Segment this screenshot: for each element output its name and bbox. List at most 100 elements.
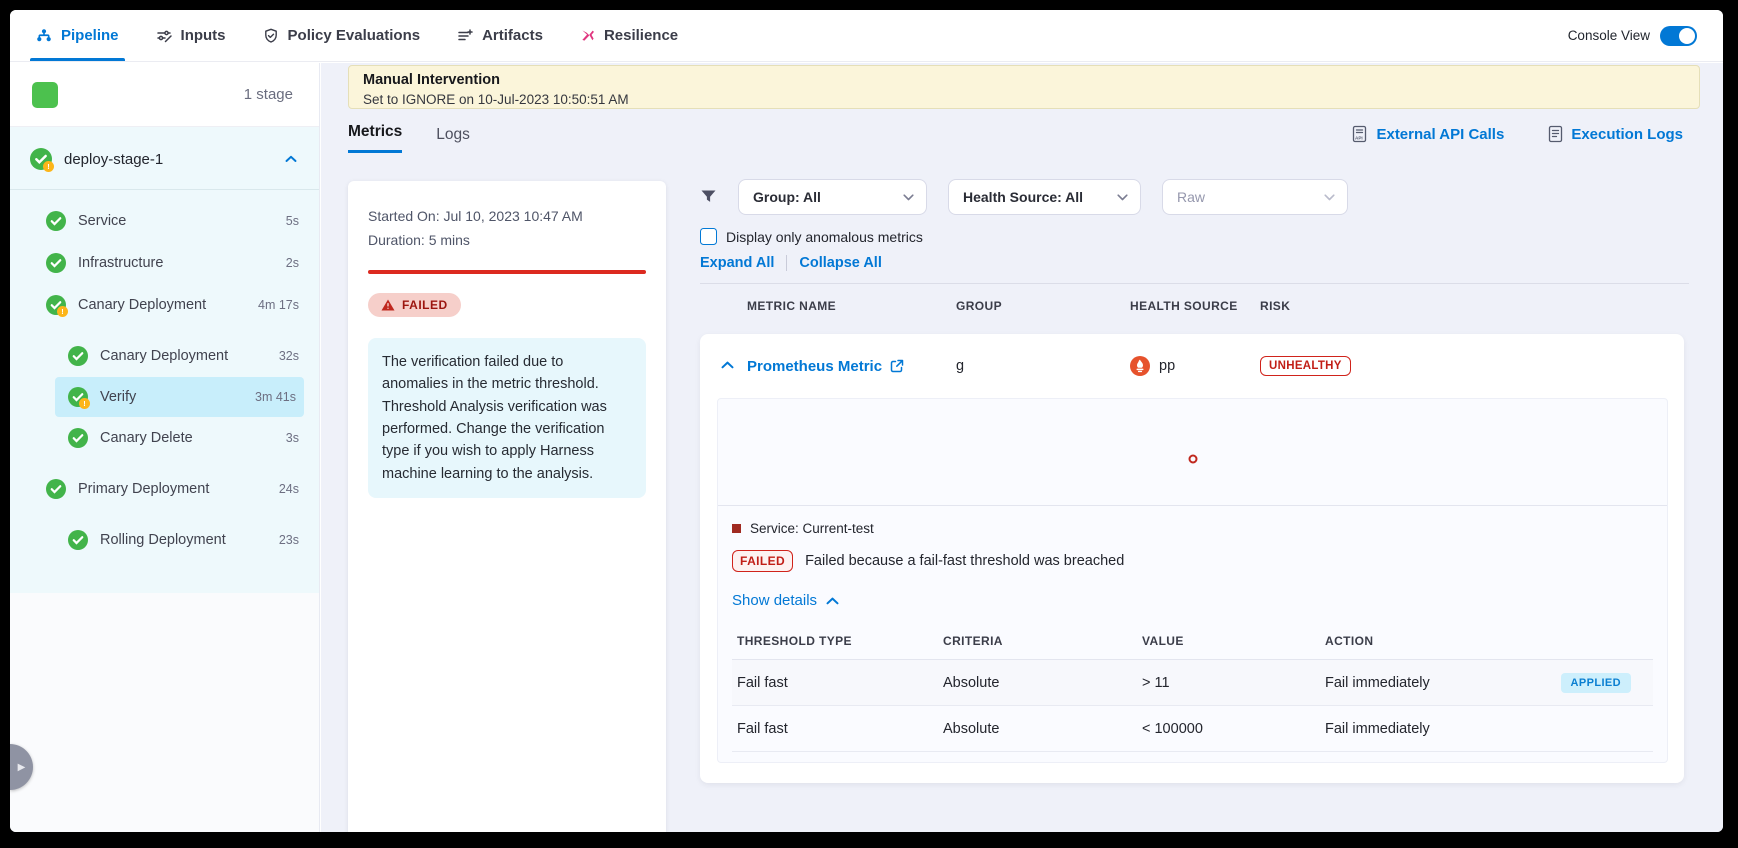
metric-group-value: g bbox=[956, 358, 1130, 374]
execution-logs-link[interactable]: Execution Logs bbox=[1548, 125, 1683, 143]
chevron-down-icon bbox=[1117, 194, 1128, 201]
step-label: Rolling Deployment bbox=[100, 532, 226, 548]
success-check-icon bbox=[68, 530, 88, 550]
success-check-icon bbox=[68, 346, 88, 366]
metrics-table-header: METRIC NAME GROUP HEALTH SOURCE RISK bbox=[700, 284, 1699, 325]
legend-swatch bbox=[732, 524, 741, 533]
collapse-row-chevron-icon[interactable] bbox=[721, 361, 734, 369]
success-warning-icon: ! bbox=[68, 387, 88, 407]
tab-pipeline[interactable]: Pipeline bbox=[36, 10, 119, 61]
step-duration: 2s bbox=[286, 256, 299, 270]
metric-chart[interactable] bbox=[718, 399, 1667, 506]
execution-logs-label: Execution Logs bbox=[1571, 126, 1683, 143]
value-value: < 100000 bbox=[1142, 721, 1325, 737]
sidebar-collapse-handle[interactable]: ▶ bbox=[10, 744, 33, 790]
stage-status-square[interactable] bbox=[32, 82, 58, 108]
threshold-row[interactable]: Fail fast Absolute < 100000 Fail immedia… bbox=[732, 706, 1653, 752]
show-details-label: Show details bbox=[732, 592, 817, 609]
step-canary-delete[interactable]: Canary Delete 3s bbox=[10, 417, 319, 459]
tab-metrics[interactable]: Metrics bbox=[348, 123, 402, 153]
step-primary-deployment[interactable]: Primary Deployment 24s bbox=[10, 468, 319, 510]
col-group: GROUP bbox=[956, 299, 1130, 313]
external-api-calls-link[interactable]: API External API Calls bbox=[1351, 125, 1504, 143]
step-verify-selected[interactable]: ! Verify 3m 41s bbox=[55, 377, 304, 417]
tab-pipeline-label: Pipeline bbox=[61, 27, 119, 44]
manual-intervention-banner: Manual Intervention Set to IGNORE on 10-… bbox=[348, 65, 1700, 109]
console-view-toggle[interactable] bbox=[1660, 26, 1697, 46]
success-check-icon bbox=[46, 211, 66, 231]
screenshot-frame: Pipeline Inputs Policy Evaluations Artif… bbox=[0, 0, 1738, 848]
artifacts-icon bbox=[457, 28, 473, 44]
verification-status-badge: FAILED bbox=[368, 293, 461, 317]
metric-name-link[interactable]: Prometheus Metric bbox=[747, 358, 956, 375]
group-filter-dropdown[interactable]: Group: All bbox=[738, 179, 927, 215]
tab-logs[interactable]: Logs bbox=[436, 126, 470, 153]
main-panel: Manual Intervention Set to IGNORE on 10-… bbox=[321, 63, 1723, 832]
health-source-filter-value: Health Source: All bbox=[963, 189, 1083, 205]
risk-badge-unhealthy: UNHEALTHY bbox=[1260, 356, 1351, 376]
metric-detail-card: Prometheus Metric g pp UNHEALTHY bbox=[700, 334, 1684, 783]
success-check-icon bbox=[46, 253, 66, 273]
value-value: > 11 bbox=[1142, 675, 1325, 691]
shield-check-icon bbox=[263, 28, 279, 44]
step-infrastructure[interactable]: Infrastructure 2s bbox=[10, 242, 319, 284]
col-action: ACTION bbox=[1325, 634, 1653, 648]
step-rolling-deployment[interactable]: Rolling Deployment 23s bbox=[10, 519, 319, 561]
threshold-type-value: Fail fast bbox=[737, 675, 943, 691]
raw-filter-value: Raw bbox=[1177, 189, 1205, 205]
stage-count-label: 1 stage bbox=[244, 86, 293, 103]
expand-all-link[interactable]: Expand All bbox=[700, 255, 774, 271]
col-value: VALUE bbox=[1142, 634, 1325, 648]
top-nav: Pipeline Inputs Policy Evaluations Artif… bbox=[10, 10, 1723, 62]
banner-title: Manual Intervention bbox=[363, 71, 1685, 91]
anomalous-metrics-checkbox[interactable] bbox=[700, 228, 717, 245]
metric-name-label: Prometheus Metric bbox=[747, 358, 882, 375]
metrics-content: Started On: Jul 10, 2023 10:47 AM Durati… bbox=[348, 179, 1699, 832]
stage-steps-region: ! deploy-stage-1 Service 5s Infrastructu… bbox=[10, 127, 319, 593]
tab-resilience[interactable]: Resilience bbox=[580, 10, 678, 61]
metric-row-prometheus[interactable]: Prometheus Metric g pp UNHEALTHY bbox=[700, 334, 1684, 390]
step-service[interactable]: Service 5s bbox=[10, 200, 319, 242]
tab-inputs[interactable]: Inputs bbox=[156, 10, 226, 61]
step-label: Infrastructure bbox=[78, 255, 163, 271]
criteria-value: Absolute bbox=[943, 721, 1142, 737]
anomalous-data-point[interactable] bbox=[1188, 455, 1197, 464]
external-api-calls-label: External API Calls bbox=[1376, 126, 1504, 143]
api-document-icon: API bbox=[1351, 125, 1368, 143]
thresholds-table: THRESHOLD TYPE CRITERIA VALUE ACTION Fai… bbox=[732, 624, 1653, 752]
step-canary-deployment-group[interactable]: ! Canary Deployment 4m 17s bbox=[10, 284, 319, 326]
sidebar-header: 1 stage bbox=[10, 63, 319, 127]
tab-artifacts[interactable]: Artifacts bbox=[457, 10, 543, 61]
step-label: Canary Deployment bbox=[100, 348, 228, 364]
anomalous-filter-row: Display only anomalous metrics bbox=[700, 228, 1699, 245]
raw-filter-dropdown[interactable]: Raw bbox=[1162, 179, 1348, 215]
verification-progress-bar bbox=[368, 270, 646, 274]
filter-funnel-icon bbox=[700, 189, 717, 205]
banner-subtitle: Set to IGNORE on 10-Jul-2023 10:50:51 AM bbox=[363, 91, 1685, 109]
warning-badge-icon: ! bbox=[57, 306, 68, 317]
stage-row-deploy-stage-1[interactable]: ! deploy-stage-1 bbox=[10, 127, 319, 185]
svg-text:API: API bbox=[1355, 136, 1363, 141]
thresholds-table-header: THRESHOLD TYPE CRITERIA VALUE ACTION bbox=[732, 624, 1653, 660]
chevron-up-icon[interactable] bbox=[285, 155, 297, 163]
step-duration: 32s bbox=[279, 349, 299, 363]
tab-policy-evaluations-label: Policy Evaluations bbox=[288, 27, 421, 44]
col-risk: RISK bbox=[1260, 299, 1699, 313]
verification-message: The verification failed due to anomalies… bbox=[368, 338, 646, 499]
tab-policy-evaluations[interactable]: Policy Evaluations bbox=[263, 10, 421, 61]
show-details-link[interactable]: Show details bbox=[718, 572, 1667, 611]
warning-badge-icon: ! bbox=[79, 398, 90, 409]
step-canary-deployment[interactable]: Canary Deployment 32s bbox=[10, 335, 319, 377]
threshold-row[interactable]: Fail fast Absolute > 11 Fail immediately… bbox=[732, 660, 1653, 706]
step-label: Service bbox=[78, 213, 126, 229]
health-source-filter-dropdown[interactable]: Health Source: All bbox=[948, 179, 1141, 215]
col-threshold-type: THRESHOLD TYPE bbox=[737, 634, 943, 648]
analysis-status-row: FAILED Failed because a fail-fast thresh… bbox=[718, 536, 1667, 572]
analysis-failed-message: Failed because a fail-fast threshold was… bbox=[805, 553, 1124, 569]
console-view-label: Console View bbox=[1568, 28, 1650, 43]
criteria-value: Absolute bbox=[943, 675, 1142, 691]
health-source-cell: pp bbox=[1130, 356, 1260, 376]
step-duration: 4m 17s bbox=[258, 298, 299, 312]
legend-label: Service: Current-test bbox=[750, 521, 874, 536]
collapse-all-link[interactable]: Collapse All bbox=[799, 255, 881, 271]
